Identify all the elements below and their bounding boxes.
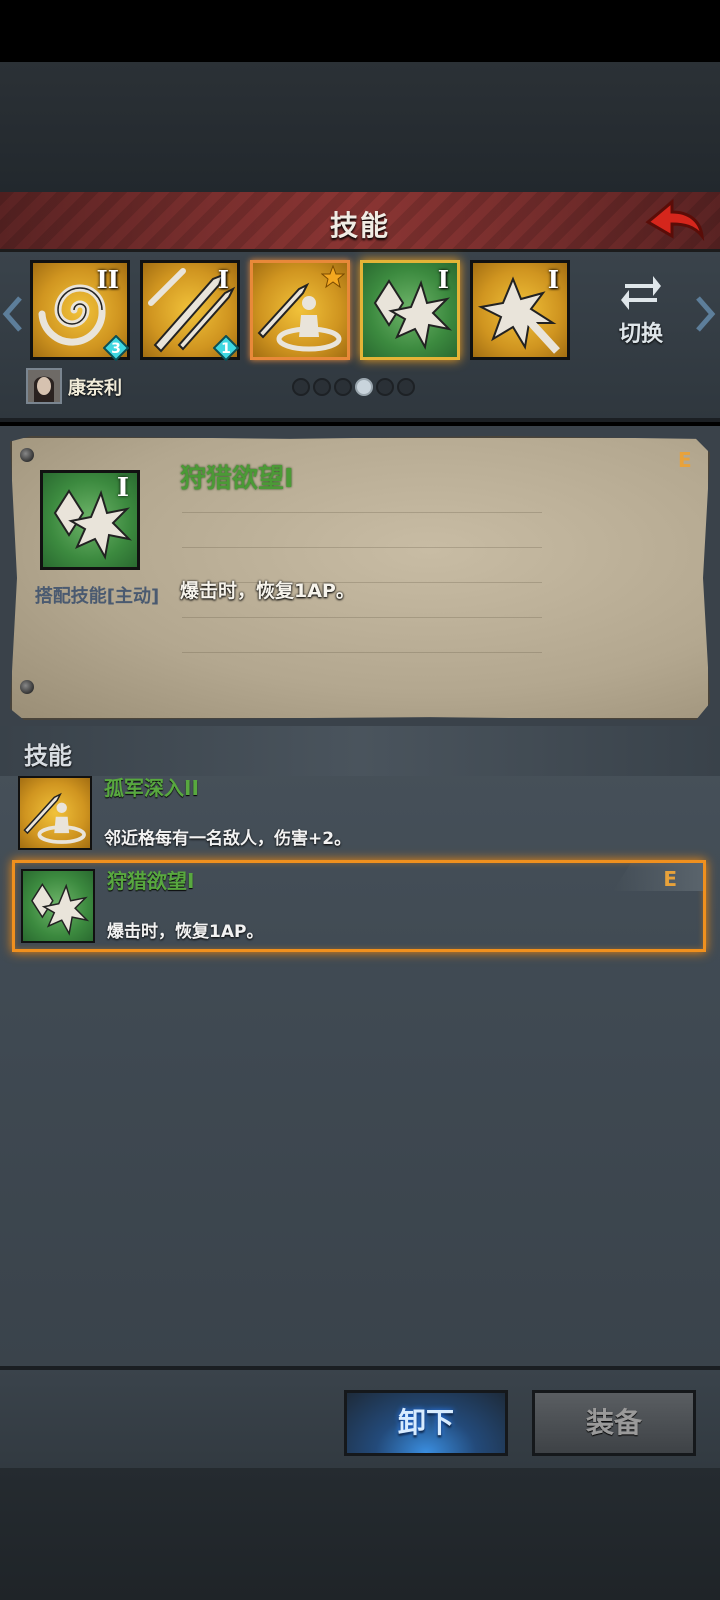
skill-item-name: 孤军深入II (104, 776, 199, 800)
pin-icon (20, 680, 34, 694)
skill-slot-2[interactable]: I 1 (140, 260, 240, 361)
gem-count-badge: 1 (213, 335, 239, 361)
skill-item-icon (21, 869, 95, 943)
skill-list-item-selected[interactable]: 狩猎欲望I 爆击时，恢复1AP。 E (12, 860, 706, 952)
detail-description: 爆击时，恢复1AP。 (180, 580, 355, 602)
page-dot (334, 378, 352, 396)
chevron-left-icon[interactable] (2, 294, 26, 334)
star-icon (321, 265, 345, 289)
svg-text:1: 1 (221, 341, 231, 357)
detail-skill-name: 狩猎欲望I (180, 464, 294, 494)
skill-item-description: 爆击时，恢复1AP。 (107, 922, 264, 942)
equip-tab (613, 863, 703, 891)
section-title: 技能 (24, 742, 72, 770)
page-title: 技能 (329, 209, 390, 242)
slot-rank: I (437, 265, 449, 294)
top-backdrop (0, 62, 720, 192)
avatar[interactable] (26, 368, 62, 404)
page-dot-active (355, 378, 373, 396)
back-button[interactable] (638, 196, 708, 246)
skill-item-description: 邻近格每有一名敌人，伤害+2。 (104, 829, 352, 849)
skill-item-name: 狩猎欲望I (107, 869, 195, 893)
detail-rank: I (116, 473, 129, 503)
equipped-marker: E (663, 867, 677, 891)
unload-button[interactable]: 卸下 (344, 1390, 508, 1456)
skill-item-icon (18, 776, 92, 850)
character-name: 康奈利 (68, 378, 122, 399)
switch-button[interactable]: 切换 (606, 272, 676, 352)
slot-rank: I (547, 265, 559, 294)
skill-slot-4[interactable]: I (360, 260, 460, 360)
swap-arrows-icon (621, 276, 661, 310)
warrior-sword-icon (23, 792, 86, 844)
character-portrait-icon (28, 370, 60, 402)
page-dot (397, 378, 415, 396)
character-row: 康奈利 (26, 368, 326, 404)
skill-slot-5[interactable]: I (470, 260, 570, 360)
skill-slot-1[interactable]: II 3 (30, 260, 130, 361)
status-bar-area (0, 0, 720, 62)
page-indicator (292, 378, 432, 398)
chevron-right-icon[interactable] (692, 294, 716, 334)
gem-count-badge: 3 (103, 335, 129, 361)
header-bar: 技能 (0, 192, 720, 252)
equipped-marker: E (678, 448, 692, 472)
skill-list-area: 技能 孤军深入II 邻近格每有一名敌人，伤害+2。 狩猎欲望I 爆击时，恢复1A… (0, 726, 720, 1366)
page-dot (376, 378, 394, 396)
svg-text:3: 3 (111, 341, 121, 357)
switch-label: 切换 (618, 322, 663, 347)
crystal-burst-icon (31, 883, 90, 936)
slot-rank: I (217, 265, 229, 294)
detail-caption: 搭配技能[主动] (34, 586, 160, 607)
equip-button[interactable]: 装备 (532, 1390, 696, 1456)
skill-list-item[interactable]: 孤军深入II 邻近格每有一名敌人，伤害+2。 (12, 768, 706, 860)
action-button-bar: 卸下 装备 (0, 1366, 720, 1468)
bottom-backdrop (0, 1468, 720, 1600)
slot-rank: II (96, 265, 119, 294)
page-dot (292, 378, 310, 396)
detail-skill-icon: I (40, 470, 140, 570)
back-arrow-icon (645, 198, 705, 242)
page-dot (313, 378, 331, 396)
skill-slot-3[interactable] (250, 260, 350, 360)
pin-icon (20, 448, 34, 462)
